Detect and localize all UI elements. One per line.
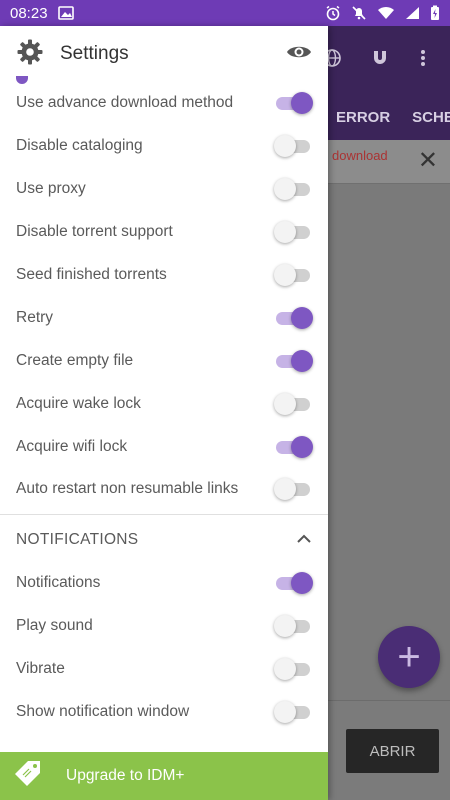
setting-toggle[interactable] bbox=[274, 435, 313, 458]
chevron-up-icon[interactable] bbox=[296, 531, 312, 549]
magnet-icon bbox=[370, 48, 390, 74]
setting-label: Auto restart non resumable links bbox=[16, 480, 239, 498]
setting-toggle[interactable] bbox=[274, 135, 312, 158]
drawer-title: Settings bbox=[60, 43, 129, 64]
setting-row[interactable]: Seed finished torrents bbox=[0, 254, 328, 297]
open-button: ABRIR bbox=[346, 729, 439, 773]
setting-row[interactable]: Disable torrent support bbox=[0, 211, 328, 254]
upgrade-label: Upgrade to IDM+ bbox=[66, 767, 185, 784]
notifications-section-header[interactable]: NOTIFICATIONS bbox=[0, 518, 328, 562]
setting-row[interactable]: Show notification window bbox=[0, 691, 328, 734]
toggle-thumb bbox=[274, 701, 296, 724]
setting-label: Vibrate bbox=[16, 660, 65, 678]
toggle-thumb bbox=[274, 221, 296, 244]
setting-toggle[interactable] bbox=[274, 221, 312, 244]
eye-icon[interactable] bbox=[286, 43, 312, 66]
status-bar: 08:23 bbox=[0, 0, 450, 26]
banner-text: download bbox=[332, 148, 388, 163]
setting-label: Disable cataloging bbox=[16, 137, 143, 155]
setting-toggle[interactable] bbox=[274, 178, 312, 201]
more-vert-icon bbox=[420, 48, 426, 74]
setting-toggle[interactable] bbox=[274, 349, 313, 372]
setting-row[interactable]: Acquire wifi lock bbox=[0, 425, 328, 468]
wifi-icon bbox=[377, 6, 395, 20]
toggle-thumb bbox=[274, 615, 296, 638]
toggle-thumb bbox=[274, 658, 296, 681]
toggle-thumb bbox=[274, 264, 296, 286]
tab-error: ERROR bbox=[336, 108, 391, 126]
toggle-thumb bbox=[274, 478, 296, 501]
setting-label: Seed finished torrents bbox=[16, 266, 167, 283]
toggle-thumb bbox=[291, 349, 313, 372]
setting-toggle[interactable] bbox=[274, 572, 313, 595]
setting-toggle[interactable] bbox=[274, 306, 313, 329]
toggle-thumb bbox=[291, 572, 313, 595]
status-time: 08:23 bbox=[10, 4, 48, 22]
toggle-thumb bbox=[274, 178, 296, 201]
setting-label: Use proxy bbox=[16, 180, 86, 198]
toggle-thumb bbox=[291, 306, 313, 329]
tab-scheduled: SCHE bbox=[412, 108, 450, 126]
add-fab-button: + bbox=[378, 626, 440, 688]
price-tag-icon bbox=[14, 759, 44, 794]
setting-toggle[interactable] bbox=[274, 264, 312, 286]
setting-toggle[interactable] bbox=[274, 92, 313, 115]
setting-row[interactable]: Auto restart non resumable links bbox=[0, 468, 328, 511]
settings-list: Use advance download method Disable catal… bbox=[0, 82, 328, 511]
setting-row[interactable]: Retry bbox=[0, 296, 328, 339]
toggle-thumb bbox=[274, 135, 296, 158]
setting-row[interactable]: Vibrate bbox=[0, 648, 328, 691]
setting-label: Create empty file bbox=[16, 351, 134, 369]
toggle-thumb bbox=[291, 92, 313, 115]
setting-label: Disable torrent support bbox=[16, 223, 173, 241]
image-notification-icon bbox=[57, 6, 74, 20]
setting-row[interactable]: Acquire wake lock bbox=[0, 382, 328, 425]
setting-toggle[interactable] bbox=[274, 478, 312, 501]
drawer-header: Settings bbox=[0, 26, 328, 82]
signal-icon bbox=[405, 6, 420, 20]
background-tabs: ERROR SCHE bbox=[328, 94, 450, 140]
alarm-icon bbox=[325, 5, 341, 21]
setting-row[interactable]: Notifications bbox=[0, 562, 328, 605]
section-divider bbox=[0, 513, 328, 515]
setting-toggle[interactable] bbox=[274, 701, 312, 724]
setting-label: Notifications bbox=[16, 574, 101, 592]
setting-toggle[interactable] bbox=[274, 658, 312, 681]
setting-label: Play sound bbox=[16, 617, 93, 635]
setting-label: Use advance download method bbox=[16, 94, 234, 112]
toggle-thumb bbox=[291, 435, 313, 458]
setting-label: Retry bbox=[16, 308, 54, 326]
settings-drawer: Settings Use advance download method Disa… bbox=[0, 26, 328, 800]
setting-label: Acquire wifi lock bbox=[16, 437, 128, 455]
upgrade-button[interactable]: Upgrade to IDM+ bbox=[0, 752, 328, 800]
setting-row[interactable]: Disable cataloging bbox=[0, 125, 328, 168]
setting-row[interactable]: Use advance download method bbox=[0, 82, 328, 125]
notifications-section-label: NOTIFICATIONS bbox=[16, 530, 139, 548]
setting-row[interactable]: Create empty file bbox=[0, 339, 328, 382]
setting-toggle[interactable] bbox=[274, 392, 312, 415]
mute-icon bbox=[351, 5, 367, 21]
background-banner: download ✕ bbox=[328, 140, 450, 184]
battery-charging-icon bbox=[430, 5, 440, 21]
setting-row[interactable]: Use proxy bbox=[0, 168, 328, 211]
setting-toggle[interactable] bbox=[274, 615, 312, 638]
gear-icon bbox=[16, 38, 44, 71]
toggle-thumb bbox=[274, 392, 296, 415]
close-icon: ✕ bbox=[417, 147, 438, 174]
notifications-list: Notifications Play sound Vibrate Show notif… bbox=[0, 562, 328, 734]
setting-label: Show notification window bbox=[16, 703, 190, 721]
setting-label: Acquire wake lock bbox=[16, 394, 141, 412]
setting-row[interactable]: Play sound bbox=[0, 605, 328, 648]
